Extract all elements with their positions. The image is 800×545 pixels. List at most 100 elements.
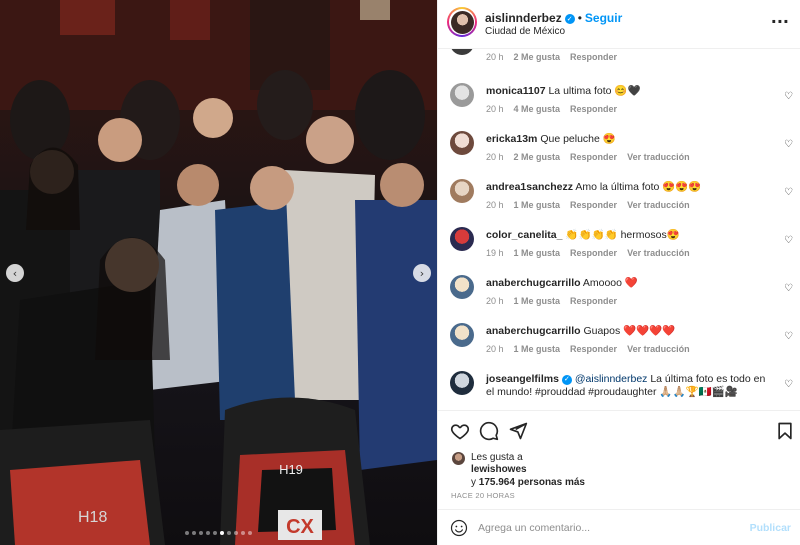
comment-row: anaberchugcarrillo Amoooo ❤️ 20 h 1 Me gus… <box>438 275 800 323</box>
comment-time: 20 h <box>486 52 504 62</box>
comment-row: joseangelfilms ✓ @aislinnderbez La última… <box>438 371 800 410</box>
commenter-avatar[interactable] <box>450 227 474 251</box>
liker-avatar[interactable] <box>452 452 465 465</box>
emoji-icon[interactable] <box>450 519 468 537</box>
comment-like-heart-icon[interactable]: ♡ <box>784 283 793 294</box>
reply-button[interactable]: Responder <box>570 248 617 258</box>
carousel-dot <box>234 531 238 535</box>
comment-like-heart-icon[interactable]: ♡ <box>784 235 793 246</box>
comment-meta: 20 h 1 Me gusta Responder <box>486 296 627 306</box>
comment-meta: 20 h 2 Me gusta Responder <box>486 52 627 62</box>
comment-row: monica1107 La ultima foto 😊🖤 20 h 4 Me gus… <box>438 83 800 131</box>
carousel-dot <box>220 531 224 535</box>
see-translation-button[interactable]: Ver traducción <box>627 200 690 210</box>
carousel-dot <box>185 531 189 535</box>
comment-body: Que peluche 😍 <box>540 133 616 145</box>
more-options-icon[interactable]: ··· <box>771 12 789 31</box>
comment-like-heart-icon[interactable]: ♡ <box>784 379 793 390</box>
commenter-username[interactable]: andrea1sanchezz <box>486 181 573 193</box>
reply-button[interactable]: Responder <box>570 52 617 62</box>
see-translation-button[interactable]: Ver traducción <box>627 344 690 354</box>
see-translation-button[interactable]: Ver traducción <box>627 152 690 162</box>
comment-meta: 19 h 1 Me gusta Responder Ver traducción <box>486 248 700 258</box>
comment-row: anaberchugcarrillo Guapos ❤️❤️❤️❤️ 20 h 1 … <box>438 323 800 371</box>
commenter-avatar[interactable] <box>450 275 474 299</box>
comment-text: anaberchugcarrillo Guapos ❤️❤️❤️❤️ <box>486 325 776 338</box>
likes-others[interactable]: y 175.964 personas más <box>471 477 585 488</box>
heart-icon[interactable] <box>450 421 470 441</box>
commenter-username[interactable]: ericka13m <box>486 133 537 145</box>
comment-time: 20 h <box>486 152 504 162</box>
comment-row: 20 h 2 Me gusta Responder <box>438 49 800 79</box>
liker-username[interactable]: lewishowes <box>471 464 527 475</box>
comment-likes-count[interactable]: 1 Me gusta <box>514 200 561 210</box>
comment-meta: 20 h 1 Me gusta Responder Ver traducción <box>486 344 700 354</box>
comment-mention[interactable]: @aislinnderbez <box>575 373 648 385</box>
commenter-avatar[interactable] <box>450 49 474 55</box>
comment-text: ericka13m Que peluche 😍 <box>486 133 776 146</box>
comment-like-heart-icon[interactable]: ♡ <box>784 139 793 150</box>
comment-row: andrea1sanchezz Amo la última foto 😍😍😍 20… <box>438 179 800 227</box>
post-time: HACE 20 HORAS <box>451 491 515 500</box>
comment-likes-count[interactable]: 1 Me gusta <box>514 248 561 258</box>
commenter-username[interactable]: color_canelita_ <box>486 229 562 241</box>
comment-body: Amoooo ❤️ <box>582 277 638 289</box>
share-icon[interactable] <box>508 421 528 441</box>
author-username[interactable]: aislinnderbez <box>485 11 562 25</box>
action-bar <box>438 410 800 450</box>
bookmark-icon[interactable] <box>775 421 795 441</box>
likes-prefix: Les gusta a <box>471 452 523 463</box>
comment-body: Amo la última foto 😍😍😍 <box>575 181 702 193</box>
post-photo: H19 H18 CX ‹ › <box>0 0 437 545</box>
comment-text: joseangelfilms ✓ @aislinnderbez La última… <box>486 373 776 399</box>
reply-button[interactable]: Responder <box>570 104 617 114</box>
reply-button[interactable]: Responder <box>570 200 617 210</box>
comment-text: monica1107 La ultima foto 😊🖤 <box>486 85 776 98</box>
comment-likes-count[interactable]: 1 Me gusta <box>514 296 561 306</box>
comment-body: La ultima foto 😊🖤 <box>548 85 641 97</box>
post-header: aislinnderbez ✓ • Seguir Ciudad de México ·… <box>438 0 800 49</box>
comment-like-heart-icon[interactable]: ♡ <box>784 331 793 342</box>
commenter-username[interactable]: anaberchugcarrillo <box>486 325 581 337</box>
comment-likes-count[interactable]: 2 Me gusta <box>514 152 561 162</box>
comment-row: ericka13m Que peluche 😍 20 h 2 Me gusta Res… <box>438 131 800 179</box>
comment-text: andrea1sanchezz Amo la última foto 😍😍😍 <box>486 181 776 194</box>
commenter-avatar[interactable] <box>450 131 474 155</box>
comment-icon[interactable] <box>479 421 499 441</box>
carousel-next-button[interactable]: › <box>413 264 431 282</box>
post-detail-panel: aislinnderbez ✓ • Seguir Ciudad de México ·… <box>437 0 800 545</box>
comment-input[interactable] <box>478 519 738 537</box>
commenter-avatar[interactable] <box>450 323 474 347</box>
comment-time: 20 h <box>486 344 504 354</box>
carousel-dot <box>199 531 203 535</box>
cinema-group-photo: H19 H18 CX <box>0 0 437 545</box>
commenter-avatar[interactable] <box>450 83 474 107</box>
commenter-username[interactable]: monica1107 <box>486 85 546 97</box>
comment-body: Guapos ❤️❤️❤️❤️ <box>583 325 676 337</box>
comment-meta: 20 h 1 Me gusta Responder Ver traducción <box>486 200 700 210</box>
avatar[interactable] <box>447 7 477 37</box>
see-translation-button[interactable]: Ver traducción <box>627 248 690 258</box>
comment-composer: Publicar <box>438 509 800 545</box>
carousel-dot <box>213 531 217 535</box>
commenter-avatar[interactable] <box>450 371 474 395</box>
carousel-dot <box>206 531 210 535</box>
reply-button[interactable]: Responder <box>570 344 617 354</box>
comment-likes-count[interactable]: 4 Me gusta <box>514 104 561 114</box>
comment-like-heart-icon[interactable]: ♡ <box>784 187 793 198</box>
comment-likes-count[interactable]: 2 Me gusta <box>514 52 561 62</box>
carousel-prev-button[interactable]: ‹ <box>6 264 24 282</box>
comments-list: 20 h2 Me gusta Responder monica1107 La ult… <box>438 49 800 410</box>
publish-button[interactable]: Publicar <box>750 522 791 534</box>
comment-likes-count[interactable]: 1 Me gusta <box>514 344 561 354</box>
comment-like-heart-icon[interactable]: ♡ <box>784 91 793 102</box>
seat-label-left: H18 <box>78 509 107 526</box>
comment-text: anaberchugcarrillo Amoooo ❤️ <box>486 277 776 290</box>
follow-button[interactable]: Seguir <box>585 11 622 25</box>
reply-button[interactable]: Responder <box>570 296 617 306</box>
commenter-avatar[interactable] <box>450 179 474 203</box>
commenter-username[interactable]: joseangelfilms <box>486 373 559 385</box>
reply-button[interactable]: Responder <box>570 152 617 162</box>
commenter-username[interactable]: anaberchugcarrillo <box>486 277 581 289</box>
post-location[interactable]: Ciudad de México <box>485 26 565 37</box>
